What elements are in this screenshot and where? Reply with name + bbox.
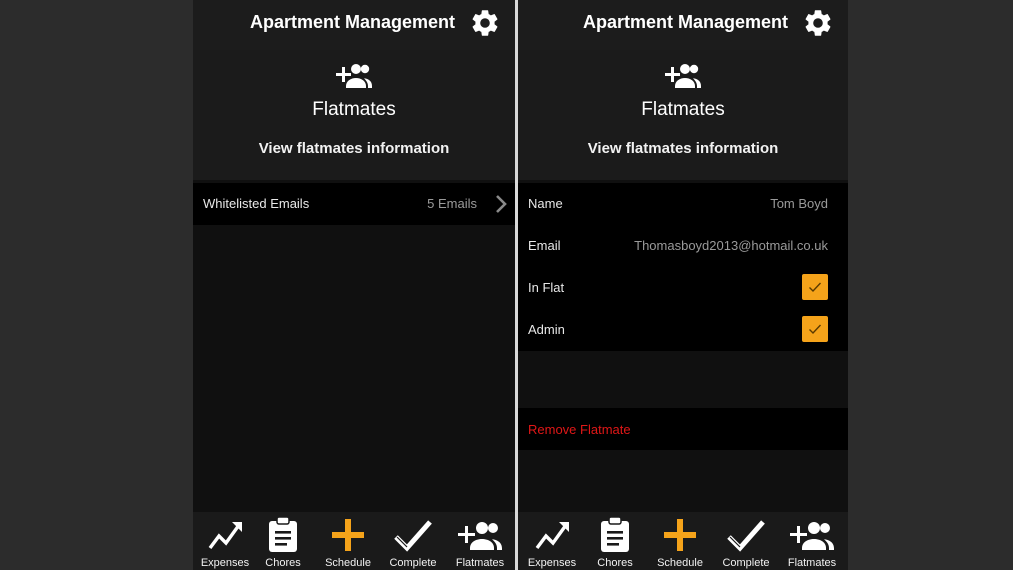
admin-checkbox[interactable] [802, 316, 828, 342]
page-subtitle: View flatmates information [587, 140, 779, 157]
remove-flatmate-label: Remove Flatmate [528, 422, 631, 437]
checkmark-icon [727, 520, 765, 552]
row-label: Whitelisted Emails [203, 196, 310, 211]
checkmark-icon [809, 324, 822, 335]
email-row: Email Thomasboyd2013@hotmail.co.uk [518, 225, 848, 267]
nav-chores[interactable]: Chores [583, 512, 647, 570]
admin-label: Admin [528, 322, 565, 337]
gear-icon[interactable] [469, 7, 501, 39]
phone-screen-left: Apartment Management Flatmates View flat… [193, 0, 515, 570]
nav-schedule[interactable]: Schedule [316, 512, 380, 570]
app-title: Apartment Management [249, 12, 455, 32]
row-value: 5 Emails [427, 196, 477, 211]
nav-label: Expenses [200, 557, 250, 569]
whitelisted-emails-row[interactable]: Whitelisted Emails 5 Emails [193, 183, 515, 225]
trending-up-icon [208, 522, 242, 550]
chevron-right-icon [496, 195, 507, 213]
clipboard-icon [269, 516, 297, 552]
clipboard-icon [601, 516, 629, 552]
nav-label: Schedule [325, 557, 371, 569]
nav-complete[interactable]: Complete [714, 512, 778, 570]
app-title: Apartment Management [582, 12, 788, 32]
trending-up-icon [535, 522, 569, 550]
nav-flatmates[interactable]: Flatmates [780, 512, 844, 570]
remove-flatmate-button[interactable]: Remove Flatmate [518, 408, 848, 450]
nav-chores[interactable]: Chores [251, 512, 315, 570]
plus-icon [332, 519, 364, 551]
nav-schedule[interactable]: Schedule [648, 512, 712, 570]
add-people-icon [790, 522, 834, 550]
page-title: Flatmates [312, 99, 396, 120]
admin-row: Admin [518, 309, 848, 351]
nav-label: Flatmates [455, 557, 505, 569]
name-row: Name Tom Boyd [518, 183, 848, 225]
nav-label: Complete [722, 557, 770, 569]
nav-flatmates[interactable]: Flatmates [448, 512, 512, 570]
page-title: Flatmates [641, 99, 725, 120]
in-flat-checkbox[interactable] [802, 274, 828, 300]
nav-expenses[interactable]: Expenses [520, 512, 584, 570]
checkmark-icon [809, 282, 822, 293]
nav-expenses[interactable]: Expenses [193, 512, 257, 570]
email-label: Email [528, 238, 561, 253]
email-value: Thomasboyd2013@hotmail.co.uk [634, 238, 828, 253]
add-person-icon [665, 64, 701, 88]
gear-icon[interactable] [802, 7, 834, 39]
phone-screen-right: Apartment Management Flatmates View flat… [518, 0, 848, 570]
nav-label: Complete [389, 557, 437, 569]
flatmates-header: Flatmates View flatmates information [518, 50, 848, 180]
checkmark-icon [394, 520, 432, 552]
add-people-icon [458, 522, 502, 550]
name-label: Name [528, 196, 563, 211]
in-flat-row: In Flat [518, 267, 848, 309]
flatmates-header: Flatmates View flatmates information [193, 50, 515, 180]
nav-label: Flatmates [787, 557, 837, 569]
nav-complete[interactable]: Complete [381, 512, 445, 570]
nav-label: Chores [597, 557, 633, 569]
name-value: Tom Boyd [770, 196, 828, 211]
add-person-icon [336, 64, 372, 88]
top-bar: Apartment Management [193, 0, 515, 50]
nav-label: Schedule [657, 557, 703, 569]
nav-label: Chores [265, 557, 301, 569]
bottom-nav: Expenses Chores Schedule Complete Flatma… [193, 512, 515, 570]
plus-icon [664, 519, 696, 551]
bottom-nav: Expenses Chores Schedule Complete Flatma… [518, 512, 848, 570]
nav-label: Expenses [527, 557, 577, 569]
page-subtitle: View flatmates information [258, 140, 450, 157]
in-flat-label: In Flat [528, 280, 565, 295]
top-bar: Apartment Management [518, 0, 848, 50]
